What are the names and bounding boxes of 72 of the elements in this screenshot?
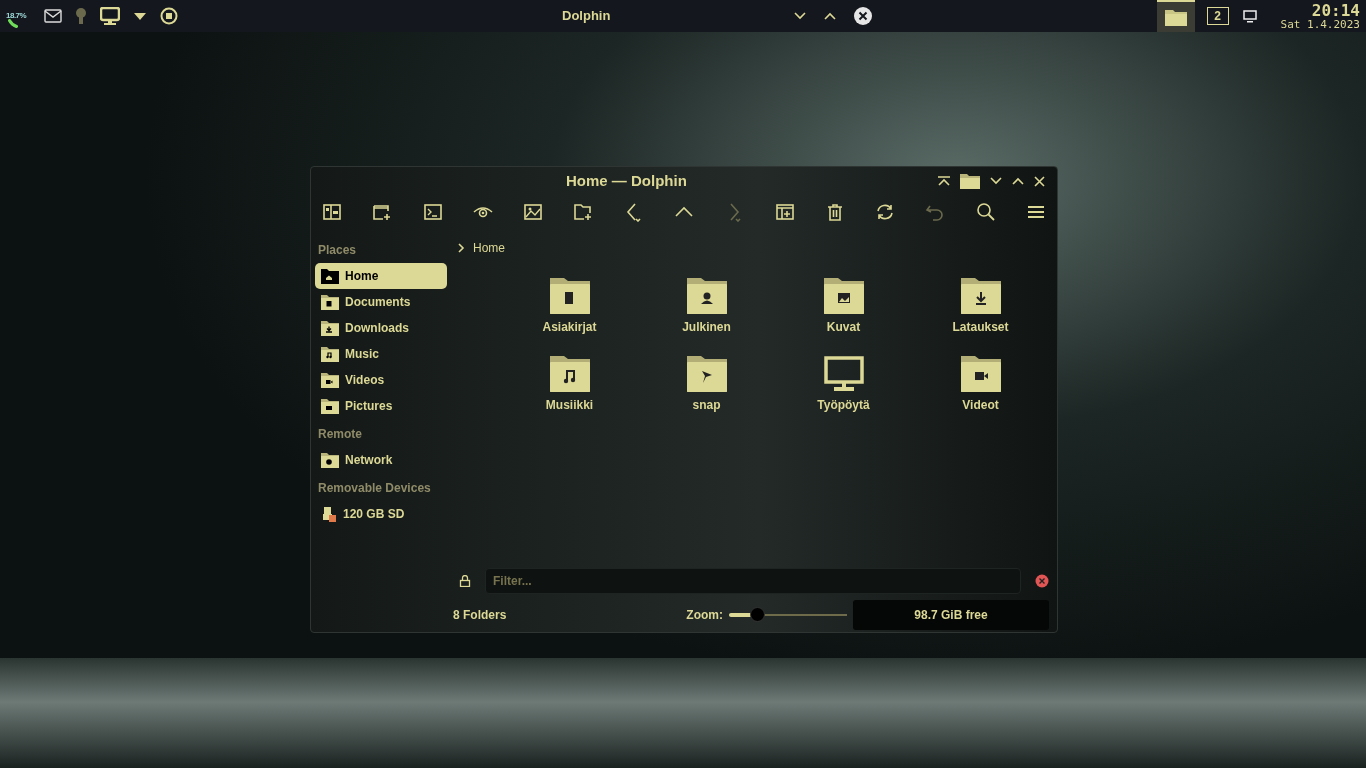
image-icon[interactable] [523, 202, 544, 222]
monitor-icon [823, 356, 864, 392]
section-heading: Places [317, 242, 358, 259]
section-heading: Removable Devices [317, 480, 432, 497]
folder-item[interactable]: Lataukset [912, 277, 1049, 337]
caret-down-icon[interactable] [134, 12, 146, 20]
chevron-up-icon[interactable] [824, 12, 836, 20]
reload-icon[interactable] [875, 202, 896, 222]
maximize-icon[interactable] [1012, 177, 1024, 185]
folder-item[interactable]: Musiikki [501, 355, 638, 415]
new-folder-icon[interactable] [573, 202, 594, 222]
folder-item[interactable]: Työpöytä [775, 355, 912, 415]
folder-item[interactable]: Asiakirjat [501, 277, 638, 337]
sidebar-item[interactable]: Videos [315, 367, 447, 393]
section-heading: Remote [317, 426, 363, 443]
folder-icon [960, 356, 1001, 392]
split-view-icon[interactable] [322, 202, 342, 222]
folder-icon [549, 356, 590, 392]
cpu-reading: 18.7% [6, 10, 27, 22]
folder-icon [686, 278, 727, 314]
lock-icon [459, 575, 471, 587]
folder-item[interactable]: Kuvat [775, 277, 912, 337]
stop-icon[interactable] [160, 7, 178, 25]
light-bulb-icon[interactable] [76, 7, 86, 25]
sidebar-item[interactable]: Downloads [315, 315, 447, 341]
close-icon[interactable] [854, 7, 872, 25]
mail-icon[interactable] [44, 9, 62, 23]
folder-icon [321, 372, 339, 388]
folder-icon [823, 278, 864, 314]
breadcrumb-item[interactable]: Home [473, 239, 505, 257]
minimize-icon[interactable] [990, 177, 1002, 185]
folder-icon [686, 356, 727, 392]
folder-icon [321, 346, 339, 362]
filter-field[interactable]: Filter... [485, 568, 1021, 594]
clear-icon[interactable] [1035, 574, 1049, 588]
chevron-down-icon[interactable] [794, 12, 806, 20]
sidebar-item[interactable]: Documents [315, 289, 447, 315]
folder-icon [1164, 8, 1187, 26]
window-title: Dolphin [562, 7, 611, 26]
task-button[interactable] [1156, 0, 1195, 32]
folder-icon [321, 398, 339, 414]
clock-time: 20:14 [1310, 2, 1360, 19]
sd-card-icon [321, 506, 337, 522]
pager-button[interactable]: 2 [1206, 7, 1229, 25]
search-icon[interactable] [975, 202, 996, 222]
folder-icon [321, 320, 339, 336]
folder-icon [321, 452, 339, 468]
folder-count: 8 Folders [453, 606, 507, 624]
keep-above-icon[interactable] [938, 176, 950, 186]
close-icon[interactable] [1034, 175, 1045, 187]
sidebar-item[interactable]: Music [315, 341, 447, 367]
folder-icon [321, 294, 339, 310]
sidebar-item[interactable]: Pictures [315, 393, 447, 419]
add-panel-icon[interactable] [774, 202, 795, 222]
terminal-icon[interactable] [422, 202, 443, 222]
clock-date: Sat 1.4.2023 [1280, 18, 1360, 30]
folder-item[interactable]: snap [638, 355, 775, 415]
folder-icon [549, 278, 590, 314]
sidebar-item[interactable]: Home [315, 263, 447, 289]
folder-icon[interactable] [960, 173, 980, 189]
chevron-right-icon [457, 243, 465, 253]
folder-item[interactable]: Videot [912, 355, 1049, 415]
monitor-icon[interactable] [1242, 9, 1257, 23]
new-tab-icon[interactable] [372, 202, 393, 222]
sidebar-item[interactable]: Network [315, 447, 447, 473]
folder-item[interactable]: Julkinen [638, 277, 775, 337]
folder-icon [960, 278, 1001, 314]
zoom-label: Zoom: [686, 606, 723, 624]
free-space-text: 98.7 GiB free [914, 606, 988, 624]
monitor-icon[interactable] [100, 7, 120, 25]
window-title: Home — Dolphin [566, 170, 687, 191]
sidebar-item[interactable]: 120 GB SD [315, 501, 447, 527]
